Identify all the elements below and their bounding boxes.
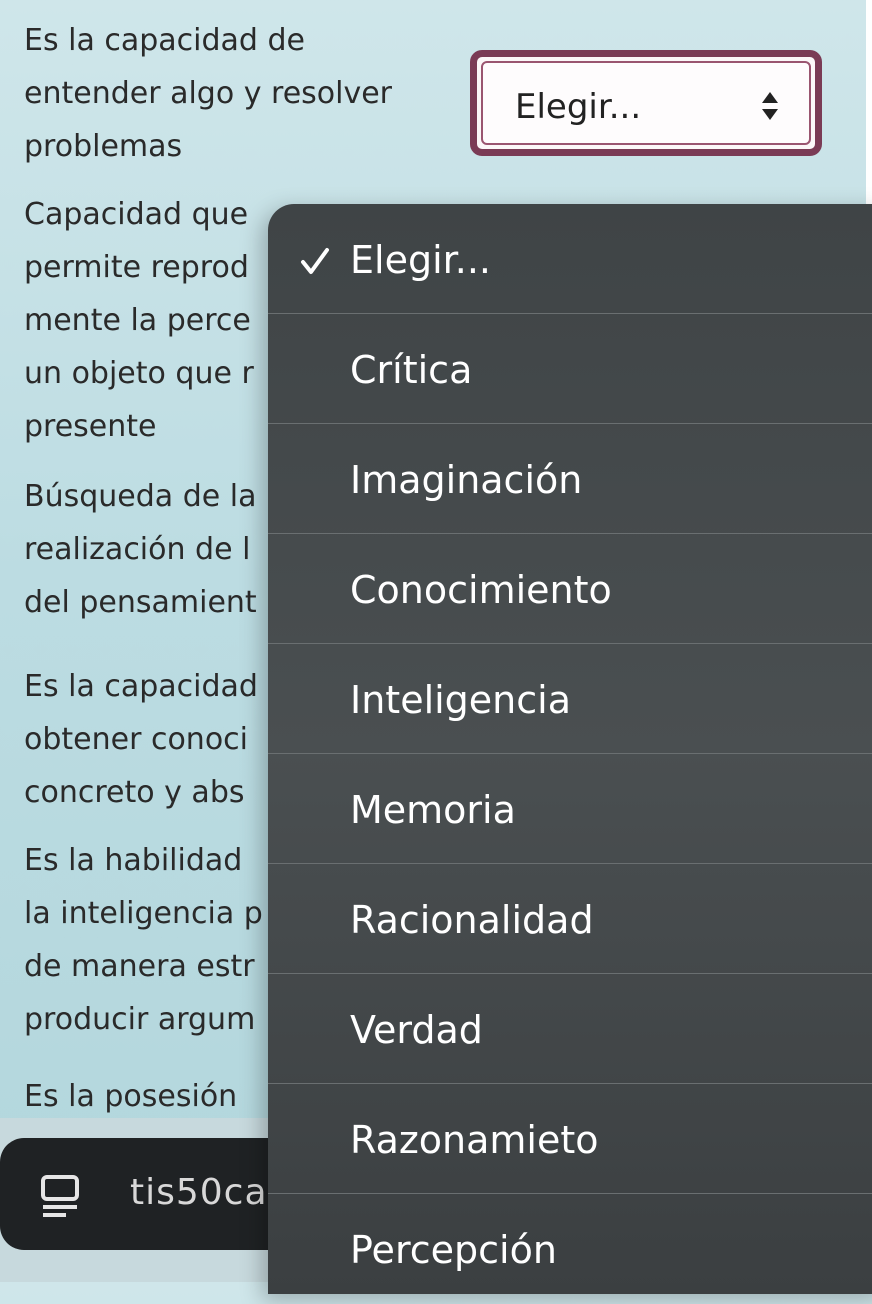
dropdown-option-label: Elegir... xyxy=(350,238,491,282)
dropdown-option-label: Verdad xyxy=(350,1008,483,1052)
dropdown-option-label: Razonamieto xyxy=(350,1118,599,1162)
dropdown-option-percepcion[interactable]: Percepción xyxy=(268,1194,872,1304)
dropdown-option-racionalidad[interactable]: Racionalidad xyxy=(268,864,872,974)
checkmark-icon xyxy=(300,242,330,274)
dropdown-option-critica[interactable]: Crítica xyxy=(268,314,872,424)
dropdown-option-label: Memoria xyxy=(350,788,516,832)
dropdown-option-label: Racionalidad xyxy=(350,898,594,942)
dropdown-option-inteligencia[interactable]: Inteligencia xyxy=(268,644,872,754)
tab-overview-icon[interactable] xyxy=(40,1174,80,1218)
dropdown-option-label: Imaginación xyxy=(350,458,583,502)
select-dropdown-menu: Elegir... Crítica Imaginación Conocimien… xyxy=(268,204,872,1294)
dropdown-option-label: Inteligencia xyxy=(350,678,572,722)
dropdown-option-memoria[interactable]: Memoria xyxy=(268,754,872,864)
dropdown-option-razonamieto[interactable]: Razonamieto xyxy=(268,1084,872,1194)
question-text-1: Es la capacidad de entender algo y resol… xyxy=(24,23,393,164)
address-text: tis50ca xyxy=(130,1172,268,1213)
dropdown-option-conocimiento[interactable]: Conocimiento xyxy=(268,534,872,644)
dropdown-option-label: Crítica xyxy=(350,348,473,392)
answer-select-value: Elegir... xyxy=(515,87,642,127)
dropdown-option-label: Percepción xyxy=(350,1228,557,1272)
dropdown-option-elegir[interactable]: Elegir... xyxy=(268,204,872,314)
up-down-arrows-icon xyxy=(761,91,779,121)
answer-select[interactable]: Elegir... xyxy=(470,50,822,156)
dropdown-option-label: Conocimiento xyxy=(350,568,612,612)
dropdown-option-imaginacion[interactable]: Imaginación xyxy=(268,424,872,534)
dropdown-option-verdad[interactable]: Verdad xyxy=(268,974,872,1084)
